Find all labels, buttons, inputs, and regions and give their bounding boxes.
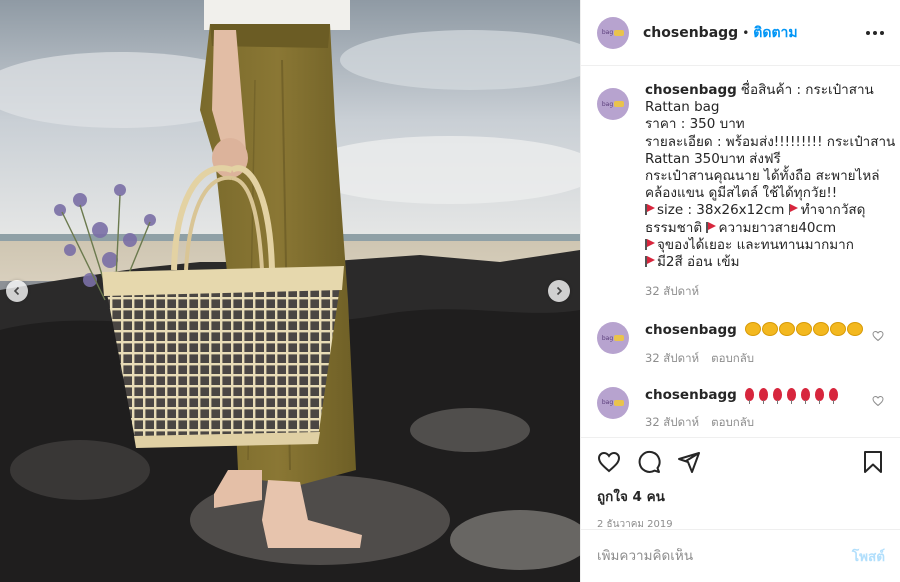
heart-icon[interactable] — [872, 395, 884, 407]
avatar[interactable]: bag — [597, 322, 629, 355]
caption-line: Rattan 350บาท ส่งฟรี — [645, 150, 781, 167]
photo-woman-with-rattan-bag — [0, 0, 580, 582]
chevron-left-icon — [13, 286, 20, 296]
caption-line: รายละเอียด : พร้อมส่ง!!!!!!!!! กระเป๋าสา… — [645, 133, 896, 150]
comments-list[interactable]: bag chosenbagg ชื่อสินค้า : กระเป๋าสาน Ra… — [581, 66, 900, 437]
caption-line: size : 38x26x12cm ทำจากวัสดุ — [645, 202, 895, 219]
caption-line: คล้องแขน ดูมีสไตล์ ใช้ได้ทุกวัย!! — [645, 185, 838, 202]
caption-line: มี2สี อ่อน เข้ม — [645, 254, 895, 271]
comment-item: bag chosenbagg 32 สัปดาห์ ตอบกลับ — [597, 381, 884, 431]
red-flag-icon — [788, 204, 797, 216]
reply-button[interactable]: ตอบกลับ — [711, 415, 754, 429]
post-actions: ถูกใจ 4 คน 2 ธันวาคม 2019 โพสต์ — [581, 437, 900, 581]
caption-timestamp[interactable]: 32 สัปดาห์ — [645, 284, 699, 298]
header-username[interactable]: chosenbagg — [643, 25, 738, 41]
caption-username[interactable]: chosenbagg — [645, 82, 737, 98]
post-comment-button[interactable]: โพสต์ — [852, 545, 885, 567]
caption-line: ธรรมชาติ ความยาวสาย40cm — [645, 219, 837, 236]
add-comment-input[interactable] — [597, 548, 852, 564]
prev-photo-button[interactable] — [6, 280, 28, 302]
avatar[interactable]: bag — [597, 386, 629, 419]
more-options-icon[interactable] — [866, 30, 884, 35]
post-side-panel: bag chosenbagg • ติดตาม bag chosenbagg ชื… — [580, 0, 900, 582]
avatar[interactable]: bag — [597, 16, 629, 49]
comment-item: bag chosenbagg 32 สัปดาห์ ตอบกลับ — [597, 316, 884, 366]
next-photo-button[interactable] — [548, 280, 570, 302]
caption-line: ราคา : 350 บาท — [645, 116, 745, 133]
post-header: bag chosenbagg • ติดตาม — [581, 0, 900, 66]
caption-line: ชื่อสินค้า : กระเป๋าสาน — [740, 82, 874, 98]
caption-line: กระเป๋าสานคุณนาย ได้ทั้งถือ สะพายไหล่ — [645, 168, 880, 185]
clapping-hands-emoji — [745, 322, 864, 337]
comment-timestamp[interactable]: 32 สัปดาห์ — [645, 415, 699, 429]
comment-icon[interactable] — [637, 450, 661, 474]
bookmark-icon[interactable] — [861, 450, 885, 474]
heart-icon[interactable] — [872, 330, 884, 342]
chevron-right-icon — [556, 286, 563, 296]
share-icon[interactable] — [677, 450, 701, 474]
caption: bag chosenbagg ชื่อสินค้า : กระเป๋าสาน Ra… — [597, 82, 895, 300]
comment-timestamp[interactable]: 32 สัปดาห์ — [645, 351, 699, 365]
comment-username[interactable]: chosenbagg — [645, 387, 737, 403]
red-flag-icon — [645, 238, 653, 250]
red-flag-icon — [645, 204, 653, 216]
separator-dot: • — [742, 25, 750, 40]
heart-icon[interactable] — [597, 450, 621, 474]
red-flag-icon — [645, 256, 653, 268]
red-flag-icon — [706, 221, 714, 233]
balloon-emoji — [745, 387, 842, 404]
likes-count[interactable]: ถูกใจ 4 คน — [581, 474, 900, 507]
comment-username[interactable]: chosenbagg — [645, 322, 737, 338]
follow-button[interactable]: ติดตาม — [753, 22, 797, 44]
reply-button[interactable]: ตอบกลับ — [711, 351, 754, 365]
post-photo[interactable] — [0, 0, 580, 582]
caption-line: Rattan bag — [645, 99, 720, 116]
caption-line: จุของได้เยอะ และทนทานมากมาก — [645, 237, 895, 254]
avatar[interactable]: bag — [597, 88, 629, 120]
add-comment-bar: โพสต์ — [581, 529, 900, 582]
